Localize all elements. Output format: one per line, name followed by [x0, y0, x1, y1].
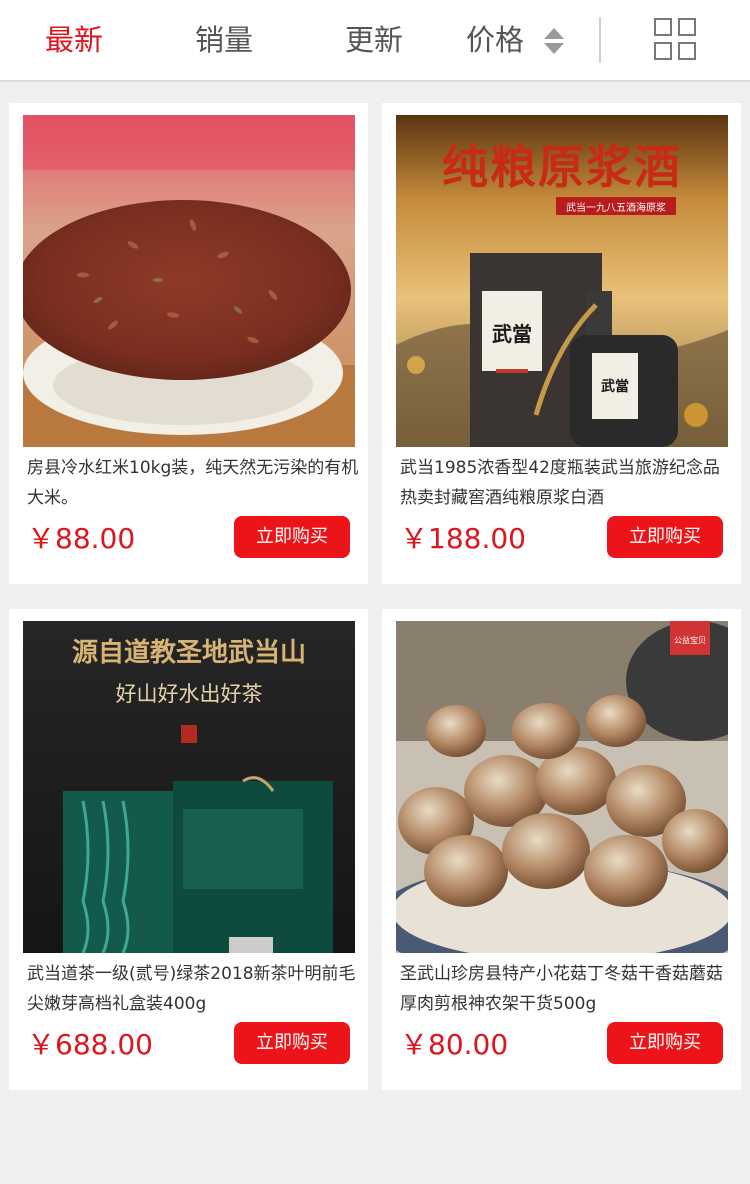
product-image[interactable] — [23, 115, 355, 447]
headline-text: 纯粮原浆酒 — [442, 140, 682, 194]
product-card[interactable]: 房县冷水红米10kg装，纯天然无污染的有机大米。 ￥88.00 立即购买 — [9, 103, 368, 584]
sort-bar: 最新 销量 更新 价格 — [0, 0, 750, 82]
product-price: ￥80.00 — [400, 1028, 509, 1061]
product-card[interactable]: 纯粮原浆酒 武当一九八五酒海原浆 武當 武當 武当1985浓香型42度瓶装武当旅… — [382, 103, 741, 584]
tab-price-label: 价格 — [466, 23, 525, 57]
mushroom-image: 公益宝贝 — [396, 621, 728, 953]
liquor-image: 纯粮原浆酒 武当一九八五酒海原浆 武當 武當 — [396, 115, 728, 447]
charity-badge-text: 公益宝贝 — [674, 635, 706, 645]
product-image[interactable]: 源自道教圣地武当山 好山好水出好茶 — [23, 621, 355, 953]
product-price: ￥688.00 — [27, 1028, 153, 1061]
product-card[interactable]: 源自道教圣地武当山 好山好水出好茶 武当道茶一级(贰号)绿茶2018新茶叶明前毛… — [9, 609, 368, 1090]
tab-update[interactable]: 更新 — [328, 0, 420, 80]
product-title[interactable]: 武当道茶一级(贰号)绿茶2018新茶叶明前毛尖嫩芽高档礼盒装400g — [27, 959, 361, 1021]
red-rice-image — [23, 115, 355, 447]
brand-text: 武當 — [492, 322, 532, 346]
product-price: ￥188.00 — [400, 522, 526, 555]
brand-text-2: 武當 — [601, 378, 629, 395]
grid-view-icon[interactable] — [654, 18, 698, 62]
divider — [599, 17, 601, 63]
tea-headline-text: 源自道教圣地武当山 — [72, 637, 306, 668]
ribbon-text: 武当一九八五酒海原浆 — [566, 201, 666, 214]
buy-now-button[interactable]: 立即购买 — [234, 516, 350, 558]
tea-subline-text: 好山好水出好茶 — [116, 682, 263, 706]
product-title[interactable]: 圣武山珍房县特产小花菇丁冬菇干香菇蘑菇厚肉剪根神农架干货500g — [400, 959, 734, 1021]
product-image[interactable]: 公益宝贝 — [396, 621, 728, 953]
product-title[interactable]: 房县冷水红米10kg装，纯天然无污染的有机大米。 — [27, 453, 361, 515]
product-title[interactable]: 武当1985浓香型42度瓶装武当旅游纪念品热卖封藏窖酒纯粮原浆白酒 — [400, 453, 734, 515]
buy-now-button[interactable]: 立即购买 — [234, 1022, 350, 1064]
tab-sales[interactable]: 销量 — [178, 0, 270, 80]
tab-price[interactable]: 价格 — [466, 0, 576, 80]
product-price: ￥88.00 — [27, 522, 136, 555]
product-card[interactable]: 公益宝贝 圣武山珍房县特产小花菇丁冬菇干香菇蘑菇厚肉剪根神农架干货500g ￥8… — [382, 609, 741, 1090]
tea-image: 源自道教圣地武当山 好山好水出好茶 — [23, 621, 355, 953]
tab-newest[interactable]: 最新 — [28, 0, 120, 80]
buy-now-button[interactable]: 立即购买 — [607, 516, 723, 558]
sort-updown-icon — [544, 28, 564, 54]
product-image[interactable]: 纯粮原浆酒 武当一九八五酒海原浆 武當 武當 — [396, 115, 728, 447]
buy-now-button[interactable]: 立即购买 — [607, 1022, 723, 1064]
